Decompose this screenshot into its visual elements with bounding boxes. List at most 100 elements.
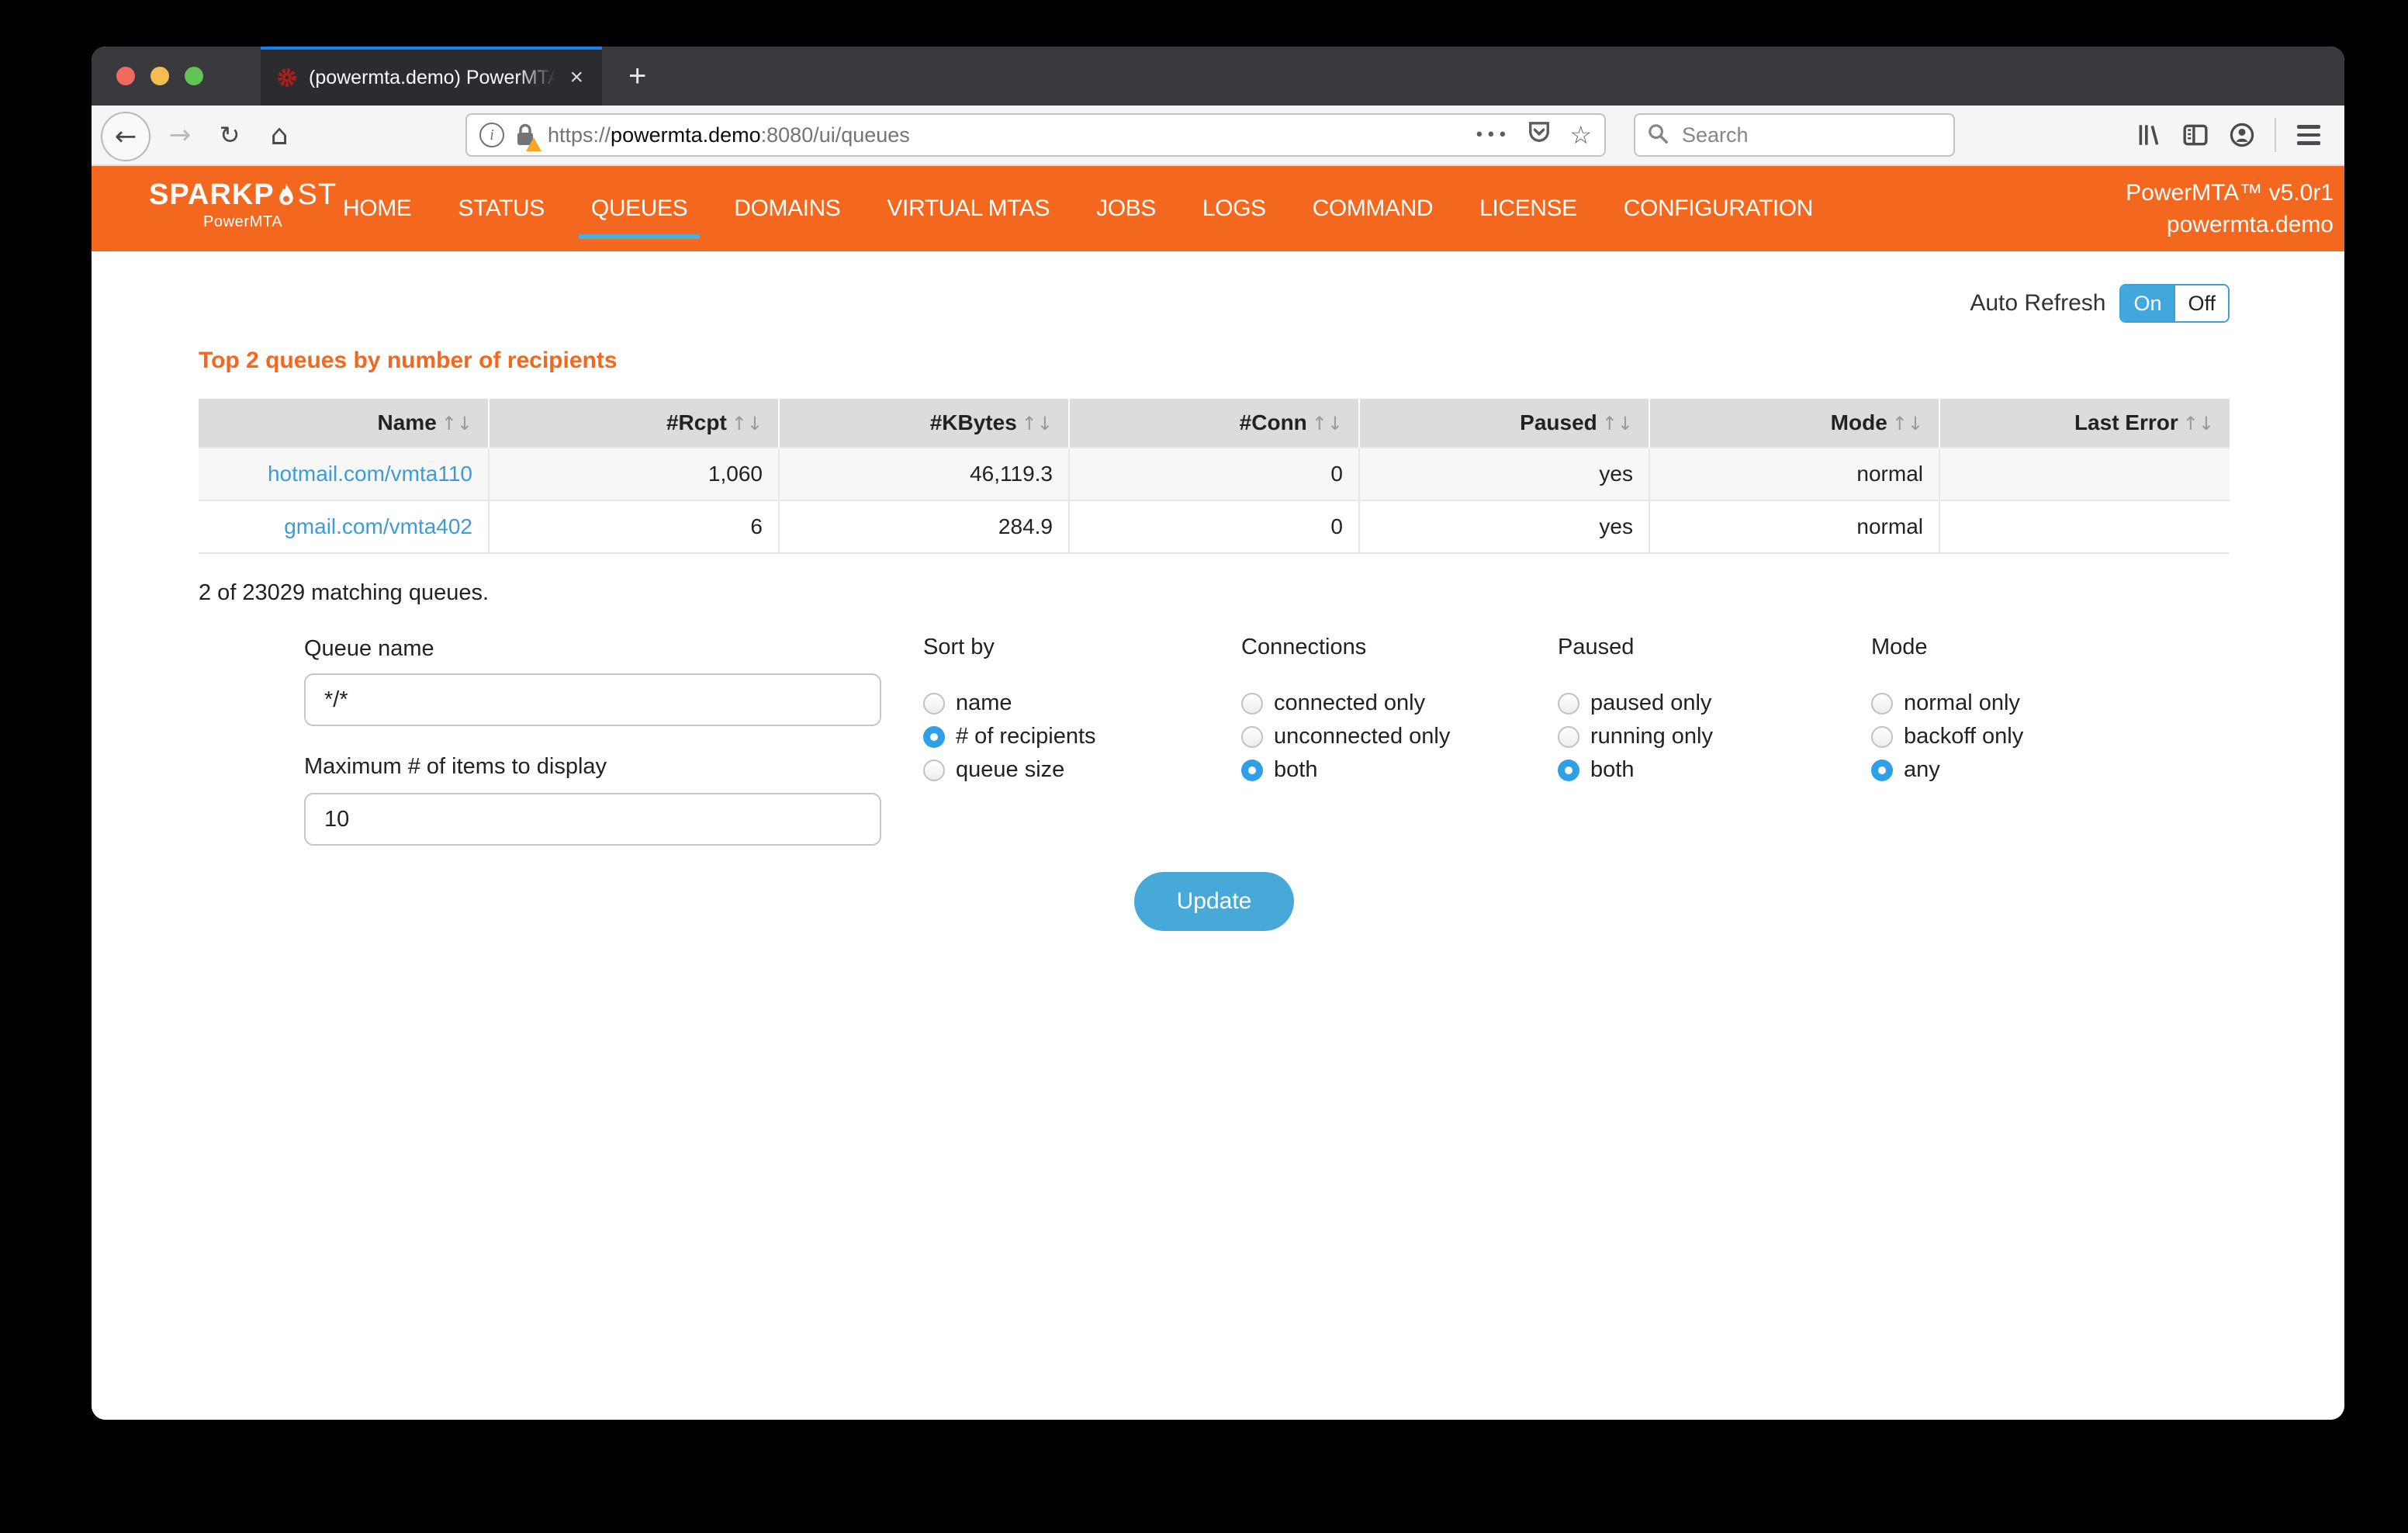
radio-icon[interactable] bbox=[1558, 693, 1579, 715]
page-info-icon[interactable]: i bbox=[479, 123, 504, 147]
back-button[interactable]: ← bbox=[101, 112, 150, 161]
nav-item-status[interactable]: STATUS bbox=[455, 189, 548, 228]
radio-option-both-connections[interactable]: both bbox=[1241, 753, 1536, 787]
rcpt-value: 6 bbox=[489, 500, 779, 553]
library-icon[interactable] bbox=[2126, 122, 2172, 148]
warning-triangle-icon bbox=[526, 137, 541, 151]
flame-icon bbox=[275, 182, 297, 209]
last-error-value bbox=[1939, 500, 2230, 553]
page-actions-icon[interactable]: ••• bbox=[1474, 126, 1509, 145]
sort-icon: ↑↓ bbox=[441, 413, 472, 434]
radio-option-paused-only[interactable]: paused only bbox=[1558, 687, 1853, 720]
nav-item-home[interactable]: HOME bbox=[340, 189, 414, 228]
mode-value: normal bbox=[1649, 500, 1939, 553]
group-title: Paused bbox=[1558, 635, 1853, 660]
radio-option-backoff-only[interactable]: backoff only bbox=[1871, 720, 2166, 753]
paused-group: Paused paused only running only both bbox=[1558, 635, 1853, 787]
page-title: Top 2 queues by number of recipients bbox=[199, 348, 618, 374]
radio-option-queue-size[interactable]: queue size bbox=[923, 753, 1218, 787]
browser-tab[interactable]: (powermta.demo) PowerMTA W × bbox=[261, 47, 602, 106]
auto-refresh-off-button[interactable]: Off bbox=[2174, 285, 2228, 321]
minimize-window-button[interactable] bbox=[150, 67, 169, 85]
radio-icon[interactable] bbox=[923, 760, 945, 781]
nav-item-license[interactable]: LICENSE bbox=[1476, 189, 1580, 228]
address-bar[interactable]: i https://powermta.demo:8080/ui/queues •… bbox=[465, 113, 1606, 157]
sort-icon: ↑↓ bbox=[2183, 413, 2214, 434]
nav-item-domains[interactable]: DOMAINS bbox=[731, 189, 843, 228]
radio-option-unconnected-only[interactable]: unconnected only bbox=[1241, 720, 1536, 753]
column-header-name[interactable]: Name↑↓ bbox=[199, 399, 489, 448]
forward-button[interactable]: → bbox=[157, 112, 203, 158]
radio-option-running-only[interactable]: running only bbox=[1558, 720, 1853, 753]
column-header-last-error[interactable]: Last Error↑↓ bbox=[1939, 399, 2230, 448]
home-button[interactable]: ⌂ bbox=[256, 112, 303, 158]
radio-option-normal-only[interactable]: normal only bbox=[1871, 687, 2166, 720]
column-header-mode[interactable]: Mode↑↓ bbox=[1649, 399, 1939, 448]
nav-item-virtual-mtas[interactable]: VIRTUAL MTAS bbox=[884, 189, 1053, 228]
window-controls bbox=[116, 67, 203, 85]
conn-value: 0 bbox=[1069, 448, 1359, 500]
queue-link[interactable]: gmail.com/vmta402 bbox=[284, 514, 472, 538]
queues-table: Name↑↓ #Rcpt↑↓ #KBytes↑↓ #Conn↑↓ Paused↑… bbox=[199, 399, 2230, 554]
column-header-rcpt[interactable]: #Rcpt↑↓ bbox=[489, 399, 779, 448]
radio-icon[interactable] bbox=[1241, 760, 1263, 781]
menu-icon[interactable] bbox=[2285, 125, 2332, 144]
radio-icon[interactable] bbox=[1558, 760, 1579, 781]
column-header-conn[interactable]: #Conn↑↓ bbox=[1069, 399, 1359, 448]
radio-option-connected-only[interactable]: connected only bbox=[1241, 687, 1536, 720]
max-items-input[interactable] bbox=[304, 793, 881, 846]
pocket-icon[interactable] bbox=[1527, 120, 1551, 150]
bookmark-star-icon[interactable]: ☆ bbox=[1569, 120, 1592, 150]
radio-option-both-paused[interactable]: both bbox=[1558, 753, 1853, 787]
zoom-window-button[interactable] bbox=[185, 67, 203, 85]
sort-icon: ↑↓ bbox=[1892, 413, 1923, 434]
column-header-paused[interactable]: Paused↑↓ bbox=[1359, 399, 1649, 448]
close-window-button[interactable] bbox=[116, 67, 135, 85]
sparkpost-logo[interactable]: SPARKP ST PowerMTA bbox=[149, 178, 337, 231]
kbytes-value: 284.9 bbox=[779, 500, 1069, 553]
search-bar[interactable] bbox=[1634, 113, 1955, 157]
radio-option-name[interactable]: name bbox=[923, 687, 1218, 720]
radio-icon[interactable] bbox=[1871, 760, 1893, 781]
reload-button[interactable]: ↻ bbox=[206, 112, 253, 158]
mode-value: normal bbox=[1649, 448, 1939, 500]
nav-item-logs[interactable]: LOGS bbox=[1199, 189, 1269, 228]
auto-refresh-label: Auto Refresh bbox=[1970, 290, 2105, 317]
table-row: gmail.com/vmta402 6 284.9 0 yes normal bbox=[199, 500, 2230, 553]
new-tab-button[interactable]: + bbox=[616, 57, 659, 95]
account-icon[interactable] bbox=[2219, 122, 2265, 148]
product-version: PowerMTA™ v5.0r1 bbox=[2126, 177, 2334, 209]
radio-icon[interactable] bbox=[1871, 693, 1893, 715]
browser-toolbar: ← → ↻ ⌂ i https://powermta.demo:8080/ui/… bbox=[92, 106, 2344, 166]
radio-icon[interactable] bbox=[1558, 726, 1579, 748]
radio-option-any-mode[interactable]: any bbox=[1871, 753, 2166, 787]
auto-refresh-on-button[interactable]: On bbox=[2121, 285, 2174, 321]
radio-icon[interactable] bbox=[923, 726, 945, 748]
toolbar-divider bbox=[2275, 118, 2276, 152]
update-button[interactable]: Update bbox=[1134, 872, 1294, 931]
paused-value: yes bbox=[1359, 448, 1649, 500]
search-input[interactable] bbox=[1679, 122, 1941, 149]
queue-link[interactable]: hotmail.com/vmta110 bbox=[268, 462, 472, 486]
insecure-lock-icon[interactable] bbox=[515, 123, 535, 147]
nav-item-jobs[interactable]: JOBS bbox=[1093, 189, 1159, 228]
site-favicon-icon bbox=[276, 67, 298, 88]
matching-queues-summary: 2 of 23029 matching queues. bbox=[199, 580, 489, 606]
app-navbar: SPARKP ST PowerMTA HOME STATUS QUEUES DO… bbox=[92, 166, 2344, 251]
radio-option-num-recipients[interactable]: # of recipients bbox=[923, 720, 1218, 753]
nav-item-queues[interactable]: QUEUES bbox=[588, 189, 690, 228]
radio-icon[interactable] bbox=[923, 693, 945, 715]
column-header-kbytes[interactable]: #KBytes↑↓ bbox=[779, 399, 1069, 448]
sidebar-toggle-icon[interactable] bbox=[2172, 122, 2219, 148]
tab-close-icon[interactable]: × bbox=[563, 63, 590, 92]
queue-name-input[interactable] bbox=[304, 673, 881, 726]
main-menu: HOME STATUS QUEUES DOMAINS VIRTUAL MTAS … bbox=[340, 166, 1816, 251]
radio-icon[interactable] bbox=[1241, 726, 1263, 748]
nav-item-command[interactable]: COMMAND bbox=[1310, 189, 1437, 228]
table-header-row: Name↑↓ #Rcpt↑↓ #KBytes↑↓ #Conn↑↓ Paused↑… bbox=[199, 399, 2230, 448]
nav-item-configuration[interactable]: CONFIGURATION bbox=[1621, 189, 1816, 228]
radio-icon[interactable] bbox=[1241, 693, 1263, 715]
radio-icon[interactable] bbox=[1871, 726, 1893, 748]
table-row: hotmail.com/vmta110 1,060 46,119.3 0 yes… bbox=[199, 448, 2230, 500]
sort-icon: ↑↓ bbox=[1022, 413, 1053, 434]
